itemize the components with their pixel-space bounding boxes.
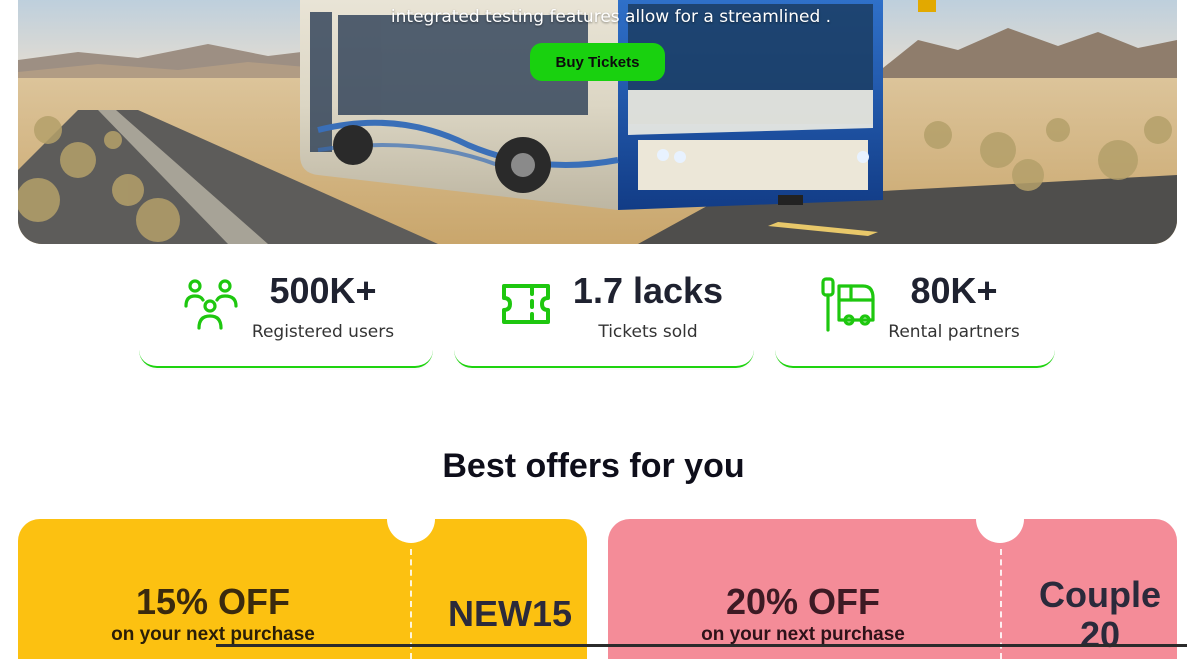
coupon-code: NEW15 [447, 593, 573, 634]
coupon-discount: 15% OFF [135, 581, 291, 622]
bus-stop-icon [821, 277, 875, 332]
users-icon [184, 279, 238, 330]
coupon-code: Couple 20 [1039, 574, 1161, 655]
stat-label: Registered users [251, 322, 395, 342]
hero-banner: integrated testing features allow for a … [18, 0, 1177, 244]
buy-tickets-button[interactable]: Buy Tickets [530, 43, 665, 81]
ticket-notch [976, 519, 1024, 543]
coupon-subtitle: on your next purchase [701, 624, 905, 645]
stat-label: Rental partners [888, 322, 1020, 342]
stat-card-users: 500K+ Registered users [139, 262, 433, 368]
stat-value: 80K+ [910, 270, 998, 311]
coupon-divider [410, 549, 412, 659]
stat-card-partners: 80K+ Rental partners [775, 262, 1055, 368]
coupon-discount: 20% OFF [725, 581, 881, 622]
bus-illustration [300, 0, 936, 210]
stat-card-tickets: 1.7 lacks Tickets sold [454, 262, 754, 368]
coupon-divider [1000, 549, 1002, 659]
ticket-icon [502, 284, 550, 324]
hero-image [18, 0, 1177, 244]
section-title: Best offers for you [442, 447, 745, 485]
stat-label: Tickets sold [598, 322, 698, 342]
stat-value: 500K+ [269, 270, 377, 311]
coupon-card[interactable]: 20% OFF on your next purchase Couple 20 [608, 519, 1177, 659]
ticket-notch [387, 519, 435, 543]
coupon-subtitle: on your next purchase [111, 624, 315, 645]
stat-value: 1.7 lacks [572, 270, 724, 311]
hero-description: integrated testing features allow for a … [390, 7, 832, 27]
coupon-card[interactable]: 15% OFF on your next purchase NEW15 [18, 519, 587, 659]
